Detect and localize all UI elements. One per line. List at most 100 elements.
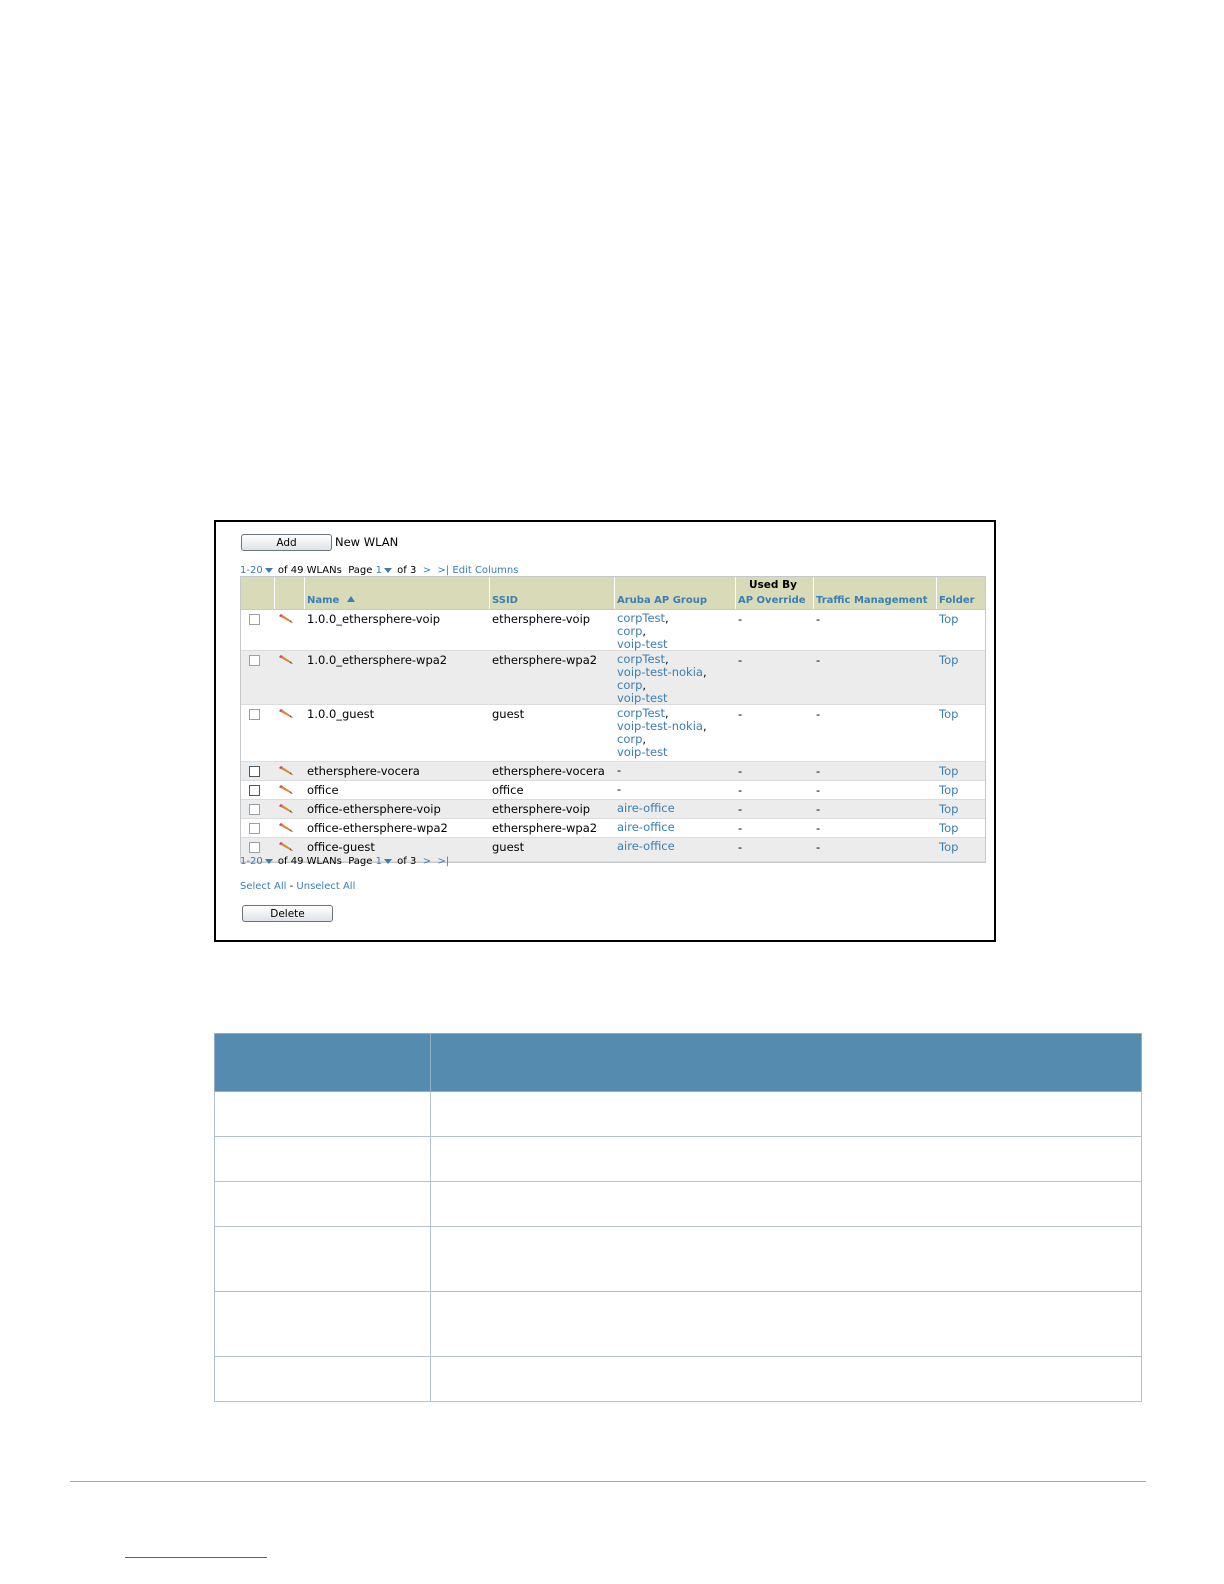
pencil-edit-icon[interactable] bbox=[278, 822, 294, 832]
cell-aruba-ap-group: - bbox=[617, 764, 621, 777]
ap-group-link[interactable]: voip-test-nokia bbox=[617, 719, 703, 733]
cell-traffic-management: - bbox=[816, 840, 821, 854]
folder-link[interactable]: Top bbox=[939, 783, 958, 797]
used-by-header: Used By bbox=[749, 579, 797, 591]
folder-link[interactable]: Top bbox=[939, 612, 958, 626]
ap-group-link[interactable]: corp bbox=[617, 678, 642, 692]
folder-link[interactable]: Top bbox=[939, 653, 958, 667]
cell-name: office bbox=[307, 783, 339, 797]
next-page-link[interactable]: > bbox=[423, 856, 431, 867]
row-checkbox[interactable] bbox=[249, 766, 260, 777]
table-header: Used By Name SSID Aruba AP Group AP Over… bbox=[241, 577, 985, 610]
pencil-edit-icon[interactable] bbox=[278, 841, 294, 851]
page-select[interactable]: 1 bbox=[376, 565, 382, 576]
cell-ap-override: - bbox=[738, 802, 743, 816]
chevron-down-icon[interactable] bbox=[383, 858, 392, 864]
page-count: of 3 bbox=[397, 565, 417, 576]
cell-name: 1.0.0_ethersphere-voip bbox=[307, 612, 441, 626]
cell-ap-override: - bbox=[738, 707, 743, 721]
cell-ssid: ethersphere-vocera bbox=[492, 764, 605, 778]
edit-columns-link[interactable]: Edit Columns bbox=[452, 565, 518, 576]
cell-ssid: ethersphere-wpa2 bbox=[492, 821, 598, 835]
ap-group-link[interactable]: corpTest bbox=[617, 706, 665, 720]
column-ap-override[interactable]: AP Override bbox=[738, 595, 806, 606]
cell-ap-override: - bbox=[738, 840, 743, 854]
row-checkbox[interactable] bbox=[249, 842, 260, 853]
table-row bbox=[214, 1226, 1142, 1292]
total-count: of 49 WLANs bbox=[277, 856, 342, 867]
last-page-link[interactable]: >| bbox=[437, 565, 449, 576]
pencil-edit-icon[interactable] bbox=[278, 803, 294, 813]
last-page-link[interactable]: >| bbox=[437, 856, 449, 867]
footer-divider bbox=[70, 1481, 1146, 1482]
cell-ap-override: - bbox=[738, 653, 743, 667]
row-checkbox[interactable] bbox=[249, 655, 260, 666]
pager-bottom: 1-20 of 49 WLANs Page 1 of 3 > >| bbox=[240, 856, 449, 867]
chevron-down-icon[interactable] bbox=[264, 567, 273, 573]
cell-ssid: ethersphere-wpa2 bbox=[492, 653, 598, 667]
ap-group-link[interactable]: aire-office bbox=[617, 801, 675, 815]
pencil-edit-icon[interactable] bbox=[278, 654, 294, 664]
ap-group-link[interactable]: voip-test bbox=[617, 637, 668, 651]
cell-traffic-management: - bbox=[816, 612, 821, 626]
cell-aruba-ap-group: corpTest, voip-test-nokia, corp, voip-test bbox=[617, 706, 707, 759]
selection-separator: - bbox=[286, 881, 297, 892]
footer-link-underline bbox=[125, 1557, 267, 1558]
range-select[interactable]: 1-20 bbox=[240, 856, 263, 867]
delete-button[interactable]: Delete bbox=[242, 905, 333, 922]
folder-link[interactable]: Top bbox=[939, 821, 958, 835]
chevron-down-icon[interactable] bbox=[264, 858, 273, 864]
select-all-link[interactable]: Select All bbox=[240, 881, 286, 892]
cell-aruba-ap-group: aire-office bbox=[617, 840, 675, 853]
ap-group-link[interactable]: corp bbox=[617, 624, 642, 638]
ap-group-link[interactable]: corpTest bbox=[617, 611, 665, 625]
table-row: office-ethersphere-voip ethersphere-voip a… bbox=[241, 800, 985, 819]
ap-group-link[interactable]: aire-office bbox=[617, 820, 675, 834]
pencil-edit-icon[interactable] bbox=[278, 708, 294, 718]
range-select[interactable]: 1-20 bbox=[240, 565, 263, 576]
row-checkbox[interactable] bbox=[249, 804, 260, 815]
unselect-all-link[interactable]: Unselect All bbox=[296, 881, 355, 892]
next-page-link[interactable]: > bbox=[423, 565, 431, 576]
ap-group-link[interactable]: corpTest bbox=[617, 652, 665, 666]
pencil-edit-icon[interactable] bbox=[278, 784, 294, 794]
chevron-down-icon[interactable] bbox=[383, 567, 392, 573]
ap-group-link[interactable]: voip-test-nokia bbox=[617, 665, 703, 679]
folder-link[interactable]: Top bbox=[939, 707, 958, 721]
table-row: office office - - - Top bbox=[241, 781, 985, 800]
add-button[interactable]: Add bbox=[241, 534, 332, 551]
table-row: office-ethersphere-wpa2 ethersphere-wpa2 a… bbox=[241, 819, 985, 838]
cell-name: office-ethersphere-voip bbox=[307, 802, 441, 816]
folder-link[interactable]: Top bbox=[939, 802, 958, 816]
pencil-edit-icon[interactable] bbox=[278, 613, 294, 623]
cell-name: 1.0.0_ethersphere-wpa2 bbox=[307, 653, 448, 667]
table-row bbox=[214, 1356, 1142, 1402]
row-checkbox[interactable] bbox=[249, 709, 260, 720]
cell-traffic-management: - bbox=[816, 764, 821, 778]
column-aruba-ap-group[interactable]: Aruba AP Group bbox=[617, 595, 707, 606]
cell-name: office-guest bbox=[307, 840, 375, 854]
folder-link[interactable]: Top bbox=[939, 840, 958, 854]
cell-ssid: office bbox=[492, 783, 524, 797]
table-row: ethersphere-vocera ethersphere-vocera - - - T… bbox=[241, 762, 985, 781]
table-row bbox=[214, 1091, 1142, 1137]
ap-group-link[interactable]: aire-office bbox=[617, 839, 675, 853]
column-name[interactable]: Name bbox=[307, 595, 356, 606]
column-traffic-management[interactable]: Traffic Management bbox=[816, 595, 928, 606]
pager-top: 1-20 of 49 WLANs Page 1 of 3 > >| Edit C… bbox=[240, 565, 518, 576]
folder-link[interactable]: Top bbox=[939, 764, 958, 778]
ap-group-link[interactable]: corp bbox=[617, 732, 642, 746]
cell-ap-override: - bbox=[738, 764, 743, 778]
description-table-header bbox=[214, 1033, 1142, 1092]
page-count: of 3 bbox=[397, 856, 417, 867]
cell-ssid: guest bbox=[492, 707, 525, 721]
row-checkbox[interactable] bbox=[249, 614, 260, 625]
row-checkbox[interactable] bbox=[249, 785, 260, 796]
column-ssid[interactable]: SSID bbox=[492, 595, 518, 606]
page-select[interactable]: 1 bbox=[376, 856, 382, 867]
row-checkbox[interactable] bbox=[249, 823, 260, 834]
column-folder[interactable]: Folder bbox=[939, 595, 975, 606]
ap-group-link[interactable]: voip-test bbox=[617, 691, 668, 705]
ap-group-link[interactable]: voip-test bbox=[617, 745, 668, 759]
pencil-edit-icon[interactable] bbox=[278, 765, 294, 775]
